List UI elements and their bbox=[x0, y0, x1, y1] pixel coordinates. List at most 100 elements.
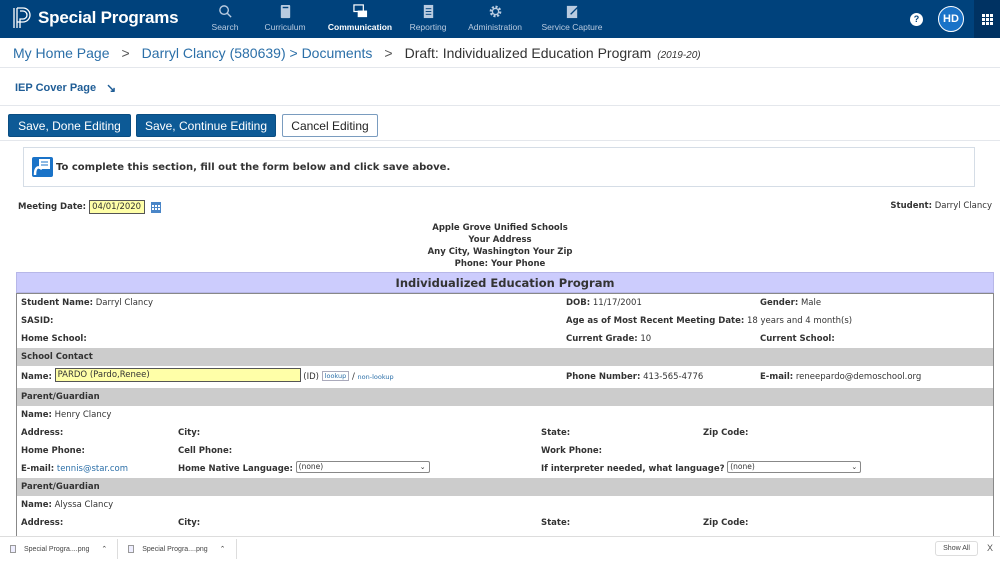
app-logo[interactable]: Special Programs bbox=[12, 6, 179, 30]
guardian-cell-phone-field: Cell Phone: bbox=[178, 446, 233, 456]
nav-communication-label: Communication bbox=[327, 22, 393, 32]
non-lookup-link[interactable]: non-lookup bbox=[358, 373, 394, 381]
chevron-up-icon[interactable]: ⌃ bbox=[101, 545, 107, 553]
form-row: Home Phone: Cell Phone: Work Phone: bbox=[17, 442, 993, 460]
iep-cover-page-label: IEP Cover Page bbox=[15, 82, 97, 94]
school-phone-line: Phone: Your Phone bbox=[454, 259, 546, 269]
guardian-name-field: Name: Alyssa Clancy bbox=[21, 500, 114, 510]
instruction-text: To complete this section, fill out the f… bbox=[56, 161, 451, 173]
iep-cover-page-link[interactable]: IEP Cover Page ↘ bbox=[15, 81, 116, 95]
nav-search[interactable]: Search bbox=[200, 0, 250, 38]
breadcrumb-current: Draft: Individualized Education Program bbox=[404, 45, 652, 61]
sasid-field: SASID: bbox=[21, 316, 54, 326]
school-contact-name-field: Name: PARDO (Pardo,Renee) (ID) lookup / … bbox=[21, 368, 394, 382]
nav-administration[interactable]: Administration bbox=[456, 0, 534, 38]
downloads-bar: Special Progra....png ⌃ Special Progra..… bbox=[0, 536, 1000, 561]
iep-form: Student Name: Darryl Clancy DOB: 11/17/2… bbox=[16, 293, 994, 537]
guardian-address-field: Address: bbox=[21, 518, 64, 528]
divider bbox=[0, 67, 1000, 68]
app-title: Special Programs bbox=[38, 8, 179, 27]
grid-icon bbox=[981, 13, 993, 25]
school-contact-name-input[interactable]: PARDO (Pardo,Renee) bbox=[54, 368, 301, 382]
apps-menu-button[interactable] bbox=[974, 0, 1000, 38]
save-continue-editing-button[interactable]: Save, Continue Editing bbox=[136, 114, 276, 137]
interpreter-language-select[interactable]: (none) ⌄ bbox=[727, 461, 862, 473]
id-label: (ID) bbox=[303, 372, 319, 382]
meeting-date-input[interactable]: 04/01/2020 bbox=[89, 200, 146, 214]
form-row: Address: City: State: Zip Code: bbox=[17, 514, 993, 532]
nav-service-capture[interactable]: Service Capture bbox=[534, 0, 610, 38]
user-avatar[interactable]: HD bbox=[938, 6, 964, 32]
form-row: Name: Alyssa Clancy bbox=[17, 496, 993, 514]
nav-curriculum-label: Curriculum bbox=[264, 22, 306, 32]
student-header-label: Student: bbox=[890, 201, 932, 211]
student-name-field: Student Name: Darryl Clancy bbox=[21, 298, 154, 308]
download-item[interactable]: Special Progra....png ⌃ bbox=[118, 539, 237, 559]
search-icon bbox=[218, 5, 232, 18]
nav-curriculum[interactable]: Curriculum bbox=[250, 0, 320, 38]
download-item[interactable]: Special Progra....png ⌃ bbox=[0, 539, 119, 559]
nav-reporting-label: Reporting bbox=[409, 22, 447, 32]
instruction-box: To complete this section, fill out the f… bbox=[23, 147, 975, 187]
chevron-down-icon: ⌄ bbox=[419, 463, 426, 471]
close-icon[interactable]: X bbox=[987, 543, 993, 553]
edit-icon bbox=[566, 5, 579, 19]
school-contact-heading: School Contact bbox=[17, 348, 993, 366]
guardian-city-field: City: bbox=[178, 428, 201, 438]
powerschool-logo-icon bbox=[13, 7, 31, 28]
guardian-zip-field: Zip Code: bbox=[703, 518, 749, 528]
guardian-address-field: Address: bbox=[21, 428, 64, 438]
nav-administration-label: Administration bbox=[468, 22, 522, 32]
meeting-date-field: Meeting Date: 04/01/2020 bbox=[18, 200, 162, 214]
current-grade-field: Current Grade: 10 bbox=[566, 334, 652, 344]
breadcrumb: My Home Page > Darryl Clancy (580639) > … bbox=[13, 45, 701, 61]
form-row: Home School: Current Grade: 10 Current S… bbox=[17, 330, 993, 348]
arrow-down-right-icon: ↘ bbox=[106, 81, 117, 95]
gear-icon bbox=[489, 5, 501, 18]
cancel-editing-button[interactable]: Cancel Editing bbox=[282, 114, 378, 137]
breadcrumb-separator: > bbox=[121, 45, 130, 61]
guardian-email-link[interactable]: tennis@star.com bbox=[57, 464, 128, 474]
breadcrumb-home[interactable]: My Home Page bbox=[13, 45, 109, 61]
guardian-name-field: Name: Henry Clancy bbox=[21, 410, 112, 420]
meeting-date-label: Meeting Date: bbox=[18, 202, 87, 212]
chevron-up-icon[interactable]: ⌃ bbox=[220, 545, 226, 553]
file-icon bbox=[128, 545, 135, 553]
calendar-icon[interactable] bbox=[151, 201, 162, 213]
slash: / bbox=[351, 372, 355, 382]
student-header: Student: Darryl Clancy bbox=[890, 201, 992, 211]
chat-icon bbox=[352, 4, 367, 18]
form-row: Name: PARDO (Pardo,Renee) (ID) lookup / … bbox=[17, 366, 993, 388]
parent-guardian-heading: Parent/Guardian bbox=[17, 478, 993, 496]
file-icon bbox=[10, 545, 16, 553]
form-title: Individualized Education Program bbox=[16, 272, 994, 293]
show-all-button[interactable]: Show All bbox=[935, 541, 978, 556]
form-row: E-mail: tennis@star.com Home Native Lang… bbox=[17, 460, 993, 478]
book-icon bbox=[280, 4, 290, 19]
current-school-field: Current School: bbox=[760, 334, 835, 344]
lookup-button[interactable]: lookup bbox=[321, 370, 350, 381]
school-address: Apple Grove Unified Schools Your Address… bbox=[0, 222, 1000, 270]
help-icon[interactable]: ? bbox=[910, 12, 923, 26]
age-field: Age as of Most Recent Meeting Date: 18 y… bbox=[566, 316, 853, 326]
breadcrumb-student-documents[interactable]: Darryl Clancy (580639) > Documents bbox=[142, 45, 373, 61]
top-right-controls: ? HD bbox=[910, 0, 1000, 38]
guardian-state-field: State: bbox=[541, 428, 571, 438]
form-info-icon bbox=[32, 157, 53, 177]
top-navigation-bar: Special Programs Search Curriculum Commu… bbox=[0, 0, 1000, 38]
save-done-editing-button[interactable]: Save, Done Editing bbox=[8, 114, 131, 137]
school-address-line: Your Address bbox=[468, 235, 532, 245]
school-city-line: Any City, Washington Your Zip bbox=[427, 247, 573, 257]
chevron-down-icon: ⌄ bbox=[851, 463, 858, 471]
divider bbox=[0, 140, 1000, 141]
breadcrumb-separator: > bbox=[384, 45, 393, 61]
nav-search-label: Search bbox=[211, 22, 239, 32]
guardian-email-field: E-mail: tennis@star.com bbox=[21, 464, 129, 474]
home-school-field: Home School: bbox=[21, 334, 87, 344]
nav-reporting[interactable]: Reporting bbox=[400, 0, 456, 38]
form-row: Address: City: State: Zip Code: bbox=[17, 424, 993, 442]
nav-communication[interactable]: Communication bbox=[320, 0, 400, 38]
school-name: Apple Grove Unified Schools bbox=[432, 223, 568, 233]
gender-field: Gender: Male bbox=[760, 298, 822, 308]
home-language-select[interactable]: (none) ⌄ bbox=[295, 461, 430, 473]
